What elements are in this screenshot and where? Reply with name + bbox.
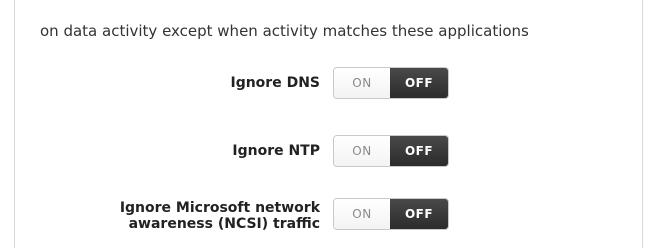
toggle-off-segment[interactable]: OFF bbox=[390, 68, 448, 98]
toggle-on-segment[interactable]: ON bbox=[334, 68, 390, 98]
toggle-off-segment[interactable]: OFF bbox=[390, 136, 448, 166]
toggle-on-segment[interactable]: ON bbox=[334, 199, 390, 229]
toggle-off-segment[interactable]: OFF bbox=[390, 199, 448, 229]
ignore-dns-toggle[interactable]: ON OFF bbox=[333, 67, 449, 99]
ignore-ncsi-toggle[interactable]: ON OFF bbox=[333, 198, 449, 230]
setting-row-ignore-ncsi: Ignore Microsoft network awareness (NCSI… bbox=[0, 194, 657, 234]
ignore-dns-label: Ignore DNS bbox=[230, 75, 320, 91]
ignore-ncsi-label-line2: awareness (NCSI) traffic bbox=[128, 215, 320, 232]
ignore-ncsi-label-line1: Ignore Microsoft network bbox=[119, 199, 320, 216]
ignore-ncsi-label: Ignore Microsoft network awareness (NCSI… bbox=[120, 200, 320, 232]
toggle-on-segment[interactable]: ON bbox=[334, 136, 390, 166]
setting-row-ignore-ntp: Ignore NTP ON OFF bbox=[0, 131, 657, 171]
ignore-ntp-label: Ignore NTP bbox=[232, 143, 320, 159]
ignore-ntp-toggle[interactable]: ON OFF bbox=[333, 135, 449, 167]
setting-row-ignore-dns: Ignore DNS ON OFF bbox=[0, 63, 657, 103]
intro-text: on data activity except when activity ma… bbox=[40, 22, 529, 40]
